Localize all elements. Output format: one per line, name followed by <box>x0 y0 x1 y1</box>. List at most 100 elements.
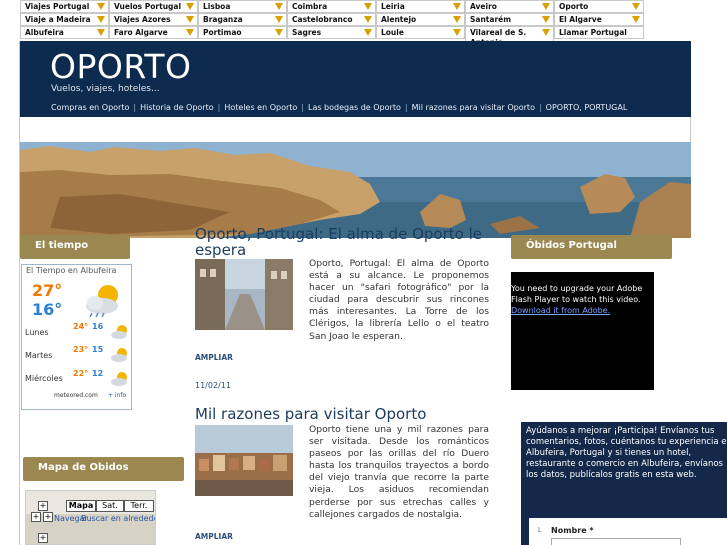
today-max-temp: 27° <box>32 281 63 300</box>
banner-image <box>20 142 691 238</box>
dropdown-leiria[interactable]: Leiria <box>376 0 465 13</box>
menu-item-bodegas[interactable]: Las bodegas de Oporto <box>308 103 405 112</box>
feedback-form: 1. Nombre * <box>529 518 727 545</box>
post-title[interactable]: Oporto, Portugal: El alma de Oporto le e… <box>195 226 495 258</box>
dropdown-label: Albufeira <box>25 28 64 37</box>
weather-heading: El tiempo <box>20 235 130 259</box>
menu-separator: | <box>133 103 137 112</box>
forecast-min: 12 <box>92 369 104 378</box>
dropdown-label: Santarém <box>470 15 512 24</box>
pan-up-button[interactable]: + <box>38 501 48 511</box>
map-link-buscar[interactable]: Buscar en alrededor <box>81 514 155 523</box>
read-more-link[interactable]: AMPLIAR <box>195 353 233 362</box>
weather-source[interactable]: meteored.com <box>54 392 98 399</box>
chevron-down-icon <box>364 3 372 10</box>
zoom-in-button[interactable]: + <box>38 533 48 543</box>
map-widget[interactable]: + + + + Mapa Sat. Terr. Navegar Buscar e… <box>25 490 156 545</box>
menu-item-compras[interactable]: Compras en Oporto <box>51 103 133 112</box>
dropdown-viaje-madeira[interactable]: Viaje a Madeira <box>20 13 109 26</box>
dropdown-label: Aveiro <box>470 2 497 11</box>
chevron-down-icon <box>97 3 105 10</box>
dropdown-sagres[interactable]: Sagres <box>287 26 376 39</box>
chevron-down-icon <box>632 3 640 10</box>
weather-title: El Tiempo en Albufeira <box>26 266 117 275</box>
post-thumbnail[interactable] <box>195 425 293 496</box>
chevron-down-icon <box>275 3 283 10</box>
menu-item-mil-razones[interactable]: Mil razones para visitar Oporto <box>412 103 539 112</box>
dropdown-alentejo[interactable]: Alentejo <box>376 13 465 26</box>
dropdown-label: Castelobranco <box>292 15 353 24</box>
dropdown-portimao[interactable]: Portimao <box>198 26 287 39</box>
chevron-down-icon <box>364 16 372 23</box>
today-min-temp: 16° <box>32 300 63 319</box>
flash-message-text: You need to upgrade your Adobe Flash Pla… <box>511 284 643 304</box>
forecast-min: 15 <box>92 345 104 354</box>
read-more-link[interactable]: AMPLIAR <box>195 532 233 541</box>
map-tab-mapa[interactable]: Mapa <box>66 500 96 512</box>
chevron-down-icon <box>275 16 283 23</box>
dropdown-lisboa[interactable]: Lisboa <box>198 0 287 13</box>
dropdown-label: Lisboa <box>203 2 231 11</box>
street-photo <box>195 259 293 330</box>
flash-video-player[interactable]: You need to upgrade your Adobe Flash Pla… <box>511 272 654 390</box>
dropdown-albufeira[interactable]: Albufeira <box>20 26 109 39</box>
form-field-number: 1. <box>537 527 543 534</box>
chevron-down-icon <box>542 29 550 36</box>
obidos-heading: Óbidos Portugal <box>511 235 672 259</box>
forecast-min: 16 <box>92 322 104 331</box>
forecast-day: Miércoles <box>25 374 63 383</box>
weather-more-info-link[interactable]: + info <box>108 392 126 399</box>
menu-item-oporto-portugal[interactable]: OPORTO, PORTUGAL <box>546 103 632 112</box>
dropdown-label: Portimao <box>203 28 242 37</box>
dropdown-label: Leiria <box>381 2 405 11</box>
dropdown-viajes-portugal[interactable]: Viajes Portugal <box>20 0 109 13</box>
post-excerpt: Oporto tiene una y mil razones para ser … <box>309 424 489 520</box>
pan-right-button[interactable]: + <box>43 512 53 522</box>
dropdown-santarem[interactable]: Santarém <box>465 13 554 26</box>
dropdown-el-algarve[interactable]: El Algarve <box>554 13 644 26</box>
map-tab-terr[interactable]: Terr. <box>124 500 154 512</box>
dropdown-castelobranco[interactable]: Castelobranco <box>287 13 376 26</box>
dropdown-label: Viaje a Madeira <box>25 15 91 24</box>
sun-cloud-icon <box>111 325 127 339</box>
coastline-photo <box>20 142 691 238</box>
post-thumbnail[interactable] <box>195 259 293 330</box>
dropdown-aveiro[interactable]: Aveiro <box>465 0 554 13</box>
forecast-day: Martes <box>25 351 53 360</box>
chevron-down-icon <box>542 3 550 10</box>
dropdown-viajes-azores[interactable]: Viajes Azores <box>109 13 198 26</box>
name-input[interactable] <box>551 538 681 545</box>
menu-item-hoteles[interactable]: Hoteles en Oporto <box>224 103 301 112</box>
site-subtitle: Vuelos, viajes, hoteles... <box>51 84 160 94</box>
weather-widget[interactable]: El Tiempo en Albufeira 27° 16° Lunes 24°… <box>21 264 132 410</box>
download-adobe-link[interactable]: Download it from Adobe. <box>511 305 654 316</box>
flash-upgrade-message: You need to upgrade your Adobe Flash Pla… <box>511 283 654 316</box>
feedback-panel: Ayúdanos a mejorar ¡Participa! Envíanos … <box>521 422 727 545</box>
map-heading: Mapa de Obidos <box>23 457 184 481</box>
post-title[interactable]: Mil razones para visitar Oporto <box>195 405 426 423</box>
dropdown-label: Viajes Azores <box>114 15 171 24</box>
chevron-down-icon <box>97 16 105 23</box>
dropdown-oporto[interactable]: Oporto <box>554 0 644 13</box>
dropdown-label: Alentejo <box>381 15 417 24</box>
dropdown-loule[interactable]: Loule <box>376 26 465 39</box>
dropdown-faro-algarve[interactable]: Faro Algarve <box>109 26 198 39</box>
name-field-label: Nombre * <box>551 526 594 535</box>
header-gap <box>19 117 691 142</box>
dropdown-coimbra[interactable]: Coimbra <box>287 0 376 13</box>
chevron-down-icon <box>364 29 372 36</box>
sun-cloud-icon <box>111 348 127 362</box>
menu-item-historia[interactable]: Historia de Oporto <box>140 103 218 112</box>
pan-left-button[interactable]: + <box>31 512 41 522</box>
chevron-down-icon <box>97 29 105 36</box>
site-title[interactable]: OPORTO <box>50 47 192 86</box>
dropdown-label: Coimbra <box>292 2 328 11</box>
chevron-down-icon <box>186 29 194 36</box>
dropdown-label: Viajes Portugal <box>25 2 90 11</box>
sun-cloud-icon <box>111 372 127 386</box>
map-tab-sat[interactable]: Sat. <box>96 500 124 512</box>
dropdown-llamar-portugal[interactable]: Llamar Portugal <box>554 26 644 39</box>
dropdown-braganza[interactable]: Braganza <box>198 13 287 26</box>
dropdown-label: Vuelos Portugal <box>114 2 182 11</box>
dropdown-vuelos-portugal[interactable]: Vuelos Portugal <box>109 0 198 13</box>
